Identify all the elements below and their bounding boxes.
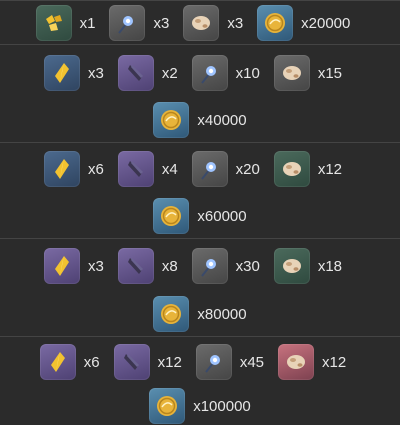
material-slot: x15	[273, 55, 356, 91]
tier-5-coin-row: x100000	[0, 387, 400, 425]
blue-crystal-flower-icon	[191, 55, 228, 91]
dark-claw-icon	[117, 248, 154, 284]
material-quantity: x18	[317, 257, 343, 275]
tier-2: x3 x2 x10 x15 x40000	[0, 44, 400, 142]
coin-icon	[153, 198, 190, 234]
gold-shard-icon	[43, 151, 80, 187]
coin-quantity: x100000	[193, 397, 251, 415]
gold-shard-icon	[39, 344, 76, 380]
material-slot: x45	[195, 344, 278, 380]
material-quantity: x4	[161, 160, 178, 178]
tier-5: x6 x12 x45 x12 x100000	[0, 336, 400, 424]
beast-bone-icon	[273, 55, 310, 91]
blue-crystal-flower-icon	[191, 151, 228, 187]
material-slot: x30	[191, 248, 274, 284]
material-slot: x20000	[257, 5, 364, 41]
coin-quantity: x40000	[197, 111, 247, 129]
gold-nuggets-icon	[35, 5, 72, 41]
material-quantity: x1	[79, 14, 96, 32]
material-slot: x3	[183, 5, 257, 41]
material-slot: x18	[273, 248, 356, 284]
tier-2-coin-row: x40000	[0, 99, 400, 141]
material-quantity: x45	[239, 353, 265, 371]
material-quantity: x12	[322, 353, 347, 371]
material-slot: x3	[43, 248, 118, 284]
material-quantity: x6	[83, 353, 100, 371]
coin-slot: x100000	[149, 388, 251, 424]
material-quantity: x12	[317, 160, 343, 178]
dark-claw-icon	[117, 55, 154, 91]
dark-claw-icon	[117, 151, 154, 187]
coin-slot: x60000	[153, 198, 247, 234]
beast-bone-icon	[183, 5, 220, 41]
material-slot: x3	[43, 55, 118, 91]
material-quantity: x8	[161, 257, 178, 275]
material-slot: x1	[35, 5, 110, 41]
gold-shard-icon	[43, 248, 80, 284]
material-slot: x12	[113, 344, 196, 380]
tier-1: x1 x3 x3 x20000	[0, 0, 400, 44]
material-quantity: x12	[157, 353, 182, 371]
tier-3-materials: x6 x4 x20 x12	[0, 143, 400, 195]
material-slot: x8	[117, 248, 192, 284]
coin-slot: x80000	[153, 296, 247, 332]
material-quantity: x3	[227, 14, 244, 32]
coin-slot: x40000	[153, 102, 247, 138]
beast-bone-icon	[278, 344, 315, 380]
coin-icon	[257, 5, 294, 41]
material-quantity: x10	[235, 64, 260, 82]
material-slot: x20	[191, 151, 274, 187]
tier-5-materials: x6 x12 x45 x12	[0, 337, 400, 387]
tier-1-materials: x1 x3 x3 x20000	[0, 1, 400, 45]
beast-bone-icon	[273, 248, 310, 284]
blue-crystal-flower-icon	[191, 248, 228, 284]
coin-quantity: x20000	[301, 14, 351, 32]
coin-icon	[153, 102, 190, 138]
material-slot: x2	[117, 55, 192, 91]
material-slot: x4	[117, 151, 192, 187]
coin-icon	[149, 388, 186, 424]
tier-4-materials: x3 x8 x30 x18	[0, 239, 400, 293]
material-slot: x12	[273, 151, 356, 187]
tier-3: x6 x4 x20 x12 x60000	[0, 142, 400, 238]
material-quantity: x6	[87, 160, 104, 178]
material-quantity: x20	[235, 160, 260, 178]
material-quantity: x3	[87, 257, 104, 275]
coin-quantity: x60000	[197, 207, 247, 225]
dark-claw-icon	[113, 344, 150, 380]
material-slot: x6	[39, 344, 114, 380]
beast-bone-icon	[273, 151, 310, 187]
tier-4: x3 x8 x30 x18 x80000	[0, 238, 400, 336]
tier-4-coin-row: x80000	[0, 293, 400, 335]
blue-crystal-flower-icon	[195, 344, 232, 380]
coin-quantity: x80000	[197, 305, 247, 323]
material-quantity: x30	[235, 257, 260, 275]
material-quantity: x3	[153, 14, 170, 32]
coin-icon	[153, 296, 190, 332]
material-slot: x10	[191, 55, 274, 91]
blue-crystal-flower-icon	[109, 5, 146, 41]
material-quantity: x3	[87, 64, 104, 82]
material-slot: x12	[278, 344, 360, 380]
material-slot: x3	[109, 5, 183, 41]
tier-2-materials: x3 x2 x10 x15	[0, 45, 400, 99]
material-slot: x6	[43, 151, 118, 187]
tier-3-coin-row: x60000	[0, 195, 400, 237]
material-quantity: x2	[161, 64, 178, 82]
gold-shard-icon	[43, 55, 80, 91]
material-quantity: x15	[317, 64, 343, 82]
